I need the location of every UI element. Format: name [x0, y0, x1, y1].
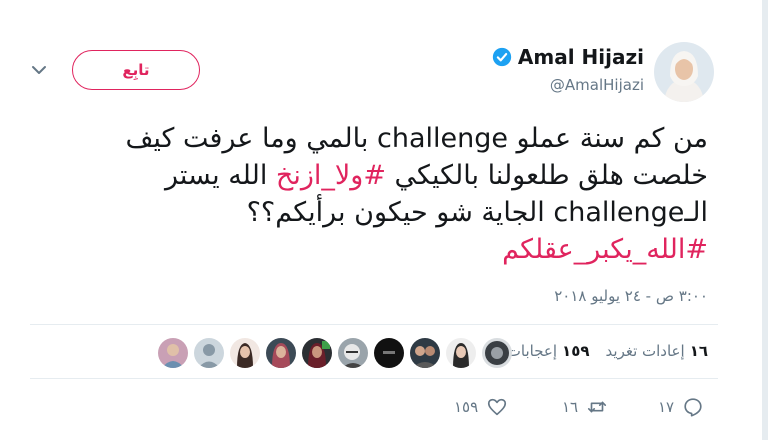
hashtag-link[interactable]: #ولا_ازنخ [276, 160, 386, 191]
likes-label: إعجابات [506, 342, 558, 360]
liker-avatar[interactable] [410, 338, 440, 368]
liker-avatar[interactable] [230, 338, 260, 368]
liker-avatar[interactable] [446, 338, 476, 368]
liker-avatar[interactable] [338, 338, 368, 368]
liker-avatars [158, 338, 512, 368]
like-action[interactable]: ١٥٩ [454, 396, 508, 418]
verified-badge-icon [492, 47, 512, 67]
liker-avatar[interactable] [302, 338, 332, 368]
liker-avatar[interactable] [266, 338, 296, 368]
tweet-text: من كم سنة عملو challenge بالمي وما عرفت … [58, 120, 708, 268]
tweet-timestamp[interactable]: ٣:٠٠ ص - ٢٤ يوليو ٢٠١٨ [554, 287, 708, 305]
scrollbar[interactable] [762, 0, 768, 440]
retweets-label: إعادات تغريد [605, 342, 685, 360]
author-name-row[interactable]: Amal Hijazi [492, 45, 644, 69]
retweet-count: ١٦ [562, 398, 579, 416]
reply-action[interactable]: ١٧ [658, 396, 704, 418]
likes-count: ١٥٩ [562, 342, 590, 360]
retweets-count: ١٦ [689, 342, 708, 360]
likes-stat[interactable]: ١٥٩ إعجابات [507, 342, 590, 360]
follow-button[interactable]: تابِع [72, 50, 200, 90]
author-avatar[interactable] [654, 42, 714, 102]
chevron-down-icon[interactable] [31, 64, 47, 76]
hashtag-link[interactable]: #الله_يكبر_عقلكم [502, 234, 708, 265]
retweet-action[interactable]: ١٦ [562, 396, 608, 418]
author-handle[interactable]: @AmalHijazi [550, 76, 644, 94]
divider [30, 324, 718, 325]
reply-count: ١٧ [658, 398, 675, 416]
reply-icon[interactable] [682, 396, 704, 418]
liker-avatar[interactable] [374, 338, 404, 368]
liker-avatar[interactable] [158, 338, 188, 368]
heart-icon[interactable] [486, 396, 508, 418]
tweet-card: تابِع Amal Hijazi @AmalHijazi من كم سنة … [0, 0, 768, 440]
retweets-stat[interactable]: ١٦ إعادات تغريد [606, 342, 708, 360]
liker-avatar[interactable] [482, 338, 512, 368]
retweet-icon[interactable] [586, 396, 608, 418]
liker-avatar[interactable] [194, 338, 224, 368]
divider [30, 378, 718, 379]
tweet-stats: ١٦ إعادات تغريد ١٥٩ إعجابات [491, 342, 708, 360]
like-count: ١٥٩ [454, 398, 479, 416]
author-display-name[interactable]: Amal Hijazi [518, 45, 644, 69]
